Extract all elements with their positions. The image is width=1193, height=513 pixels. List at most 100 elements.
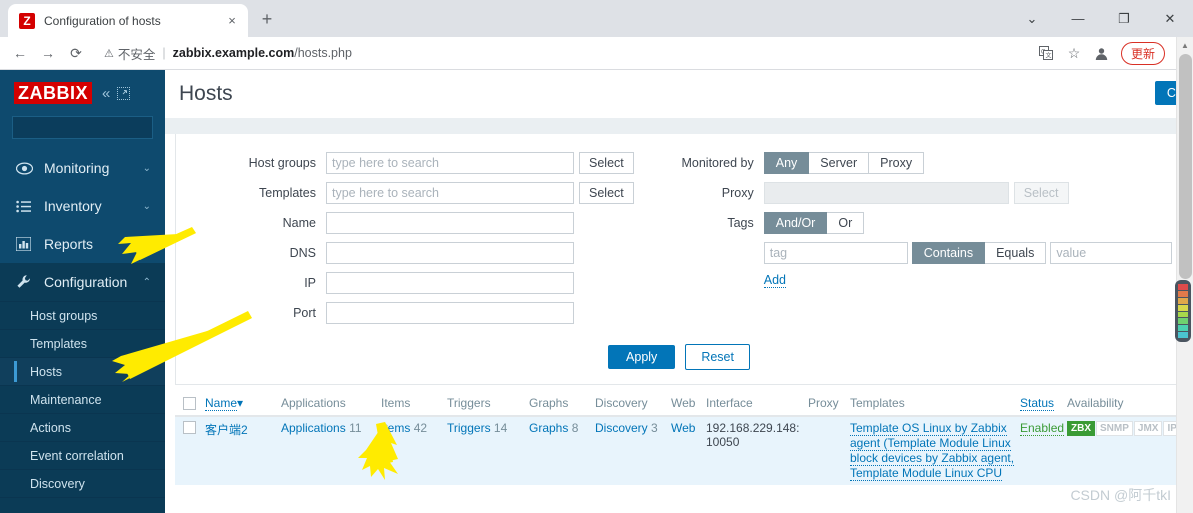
sidebar-header: ZABBIX « — [0, 70, 165, 110]
monitored-by-option-any[interactable]: Any — [763, 152, 810, 174]
sidebar-item-extra[interactable] — [0, 497, 165, 513]
templates-select-button[interactable]: Select — [579, 182, 634, 204]
sidebar-search[interactable] — [12, 116, 188, 139]
scroll-up-arrow-icon[interactable]: ▲ — [1177, 37, 1193, 54]
browser-tab[interactable]: Z Configuration of hosts × — [8, 4, 248, 37]
sidebar-item-actions[interactable]: Actions — [0, 413, 165, 441]
profile-avatar-icon[interactable] — [1089, 40, 1115, 66]
color-picker-widget[interactable] — [1175, 280, 1191, 342]
sidebar-item-inventory[interactable]: Inventory ⌄ — [0, 187, 165, 225]
monitored-by-label: Monitored by — [681, 156, 754, 170]
row-checkbox-cell[interactable] — [175, 421, 205, 485]
reload-icon[interactable]: ⟳ — [62, 39, 90, 67]
window-close-icon[interactable]: ✕ — [1147, 0, 1193, 37]
sidebar-item-maintenance[interactable]: Maintenance — [0, 385, 165, 413]
host-groups-input[interactable]: type here to search — [326, 152, 574, 174]
tag-name-input[interactable]: tag — [763, 242, 908, 264]
sort-arrow-icon: ▾ — [237, 396, 244, 410]
dns-label: DNS — [289, 246, 316, 260]
tag-operator-equals[interactable]: Equals — [985, 242, 1047, 264]
column-header-name[interactable]: Name▾ — [205, 396, 281, 411]
expand-sidebar-icon[interactable] — [117, 86, 131, 100]
filter-row-name: Name — [176, 208, 634, 238]
filter-panel: Host groups type here to search Select T… — [175, 134, 1193, 385]
filter-row-tag-add: Add — [652, 268, 1193, 292]
new-tab-icon[interactable]: + — [253, 6, 281, 34]
minimize-icon[interactable]: — — [1055, 0, 1101, 37]
back-icon[interactable]: ← — [6, 39, 34, 67]
security-label: 不安全 — [117, 47, 156, 62]
update-button[interactable]: 更新 — [1120, 41, 1165, 65]
placeholder-text: tag — [769, 246, 788, 260]
column-header-discovery: Discovery — [595, 396, 648, 410]
templates-input[interactable]: type here to search — [326, 182, 574, 204]
interface-port: 10050 — [706, 435, 740, 449]
availability-badge-snmp: SNMP — [1096, 421, 1133, 436]
tags-mode-option-or[interactable]: Or — [827, 212, 865, 234]
column-header-items: Items — [381, 396, 411, 410]
tag-add-link[interactable]: Add — [763, 273, 786, 288]
cell-triggers[interactable]: Triggers 14 — [447, 421, 529, 485]
wrench-icon — [16, 274, 38, 290]
tags-mode-option-and-or[interactable]: And/Or — [763, 212, 828, 234]
monitored-by-option-server[interactable]: Server — [809, 152, 870, 174]
placeholder-text: value — [1056, 246, 1087, 260]
tag-value-input[interactable]: value — [1050, 242, 1173, 264]
scrollbar-thumb[interactable] — [1179, 54, 1192, 279]
translate-icon[interactable]: G文 — [1033, 40, 1059, 66]
dns-input[interactable] — [326, 242, 574, 264]
sidebar-item-discovery[interactable]: Discovery — [0, 469, 165, 497]
select-all-checkbox-cell[interactable] — [175, 396, 205, 410]
select-all-checkbox[interactable] — [183, 396, 196, 410]
eye-icon — [16, 161, 38, 175]
cell-applications[interactable]: Applications 11 — [281, 421, 381, 485]
sidebar-item-reports[interactable]: Reports ⌄ — [0, 225, 165, 263]
sidebar-item-configuration[interactable]: Configuration ⌃ — [0, 263, 165, 301]
bookmark-star-icon[interactable]: ☆ — [1061, 40, 1087, 66]
ip-input[interactable] — [326, 272, 574, 294]
filter-grid: Host groups type here to search Select T… — [176, 148, 1193, 328]
cell-items[interactable]: Items 42 — [381, 421, 447, 485]
search-input[interactable] — [20, 120, 175, 135]
sidebar-item-event-correlation[interactable]: Event correlation — [0, 441, 165, 469]
port-input[interactable] — [326, 302, 574, 324]
sidebar-item-templates[interactable]: Templates — [0, 329, 165, 357]
row-checkbox[interactable] — [183, 421, 196, 434]
sidebar-item-label: Reports — [44, 236, 94, 252]
page-scrollbar[interactable]: ▲ — [1175, 37, 1193, 513]
cell-web[interactable]: Web — [671, 421, 706, 485]
filter-row-host-groups: Host groups type here to search Select — [176, 148, 634, 178]
close-icon[interactable]: × — [224, 13, 240, 29]
collapse-sidebar-icon[interactable]: « — [102, 85, 110, 102]
main-content: Hosts Cre Host groups type here to searc… — [165, 70, 1193, 513]
filter-left-column: Host groups type here to search Select T… — [176, 148, 634, 328]
sidebar-item-hosts[interactable]: Hosts — [0, 357, 165, 385]
interface-ip: 192.168.229.148: — [706, 421, 800, 435]
cell-templates[interactable]: Template OS Linux by Zabbix agent (Templ… — [850, 421, 1020, 485]
cell-graphs[interactable]: Graphs 8 — [529, 421, 595, 485]
tag-operator-contains[interactable]: Contains — [911, 242, 986, 264]
chevron-down-icon[interactable]: ⌄ — [1009, 0, 1055, 37]
sidebar-item-monitoring[interactable]: Monitoring ⌄ — [0, 149, 165, 187]
zabbix-logo[interactable]: ZABBIX — [14, 82, 92, 104]
host-groups-select-button[interactable]: Select — [579, 152, 634, 174]
maximize-icon[interactable]: ❐ — [1101, 0, 1147, 37]
forward-icon[interactable]: → — [34, 39, 62, 67]
name-input[interactable] — [326, 212, 574, 234]
cell-status[interactable]: Enabled — [1020, 421, 1067, 485]
column-header-interface: Interface — [706, 396, 753, 410]
zabbix-app: ZABBIX « Monitoring ⌄ Inventory ⌄ Report… — [0, 70, 1193, 513]
url-input[interactable]: ⚠ 不安全 | zabbix.example.com /hosts.php — [94, 41, 1029, 65]
sidebar-subitem-label: Discovery — [30, 476, 85, 491]
filter-row-monitored-by: Monitored by Any Server Proxy — [652, 148, 1193, 178]
sidebar-subitem-label: Host groups — [30, 308, 98, 323]
zabbix-favicon: Z — [19, 12, 35, 29]
monitored-by-option-proxy[interactable]: Proxy — [869, 152, 925, 174]
cell-host-name[interactable]: 客户端2 — [205, 421, 281, 485]
apply-button[interactable]: Apply — [608, 345, 676, 369]
column-header-status[interactable]: Status — [1020, 396, 1067, 411]
reset-button[interactable]: Reset — [685, 344, 750, 370]
sidebar-item-host-groups[interactable]: Host groups — [0, 301, 165, 329]
cell-discovery[interactable]: Discovery 3 — [595, 421, 671, 485]
column-header-templates: Templates — [850, 396, 905, 410]
